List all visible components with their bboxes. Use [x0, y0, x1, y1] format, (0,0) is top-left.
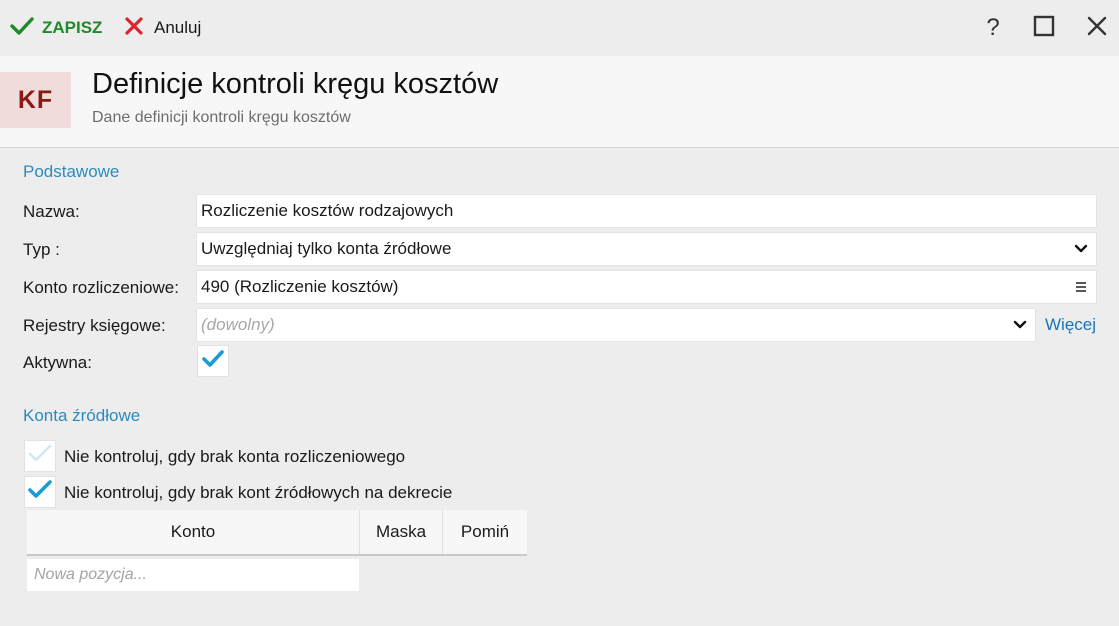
maximize-button[interactable] — [1030, 14, 1058, 42]
checkmark-icon — [202, 349, 224, 373]
maximize-icon — [1033, 15, 1055, 42]
section-title-basic: Podstawowe — [23, 162, 120, 181]
page-subtitle: Dane definicji kontroli kręgu kosztów — [92, 109, 351, 126]
section-title-sources: Konta źródłowe — [23, 406, 141, 425]
checkmark-icon — [10, 16, 34, 41]
active-checkbox[interactable] — [197, 345, 229, 377]
column-header-pomin[interactable]: Pomiń — [443, 510, 527, 554]
cancel-label: Anuluj — [154, 18, 202, 37]
no-control-missing-sources-checkbox[interactable] — [24, 476, 56, 508]
close-icon — [1086, 15, 1108, 42]
window-close-button[interactable] — [1083, 14, 1111, 42]
checkmark-icon — [28, 444, 52, 469]
list-picker-icon[interactable] — [1066, 271, 1096, 303]
close-icon — [124, 16, 144, 41]
name-label: Nazwa: — [23, 202, 80, 221]
type-select[interactable]: Uwzględniaj tylko konta źródłowe — [196, 232, 1097, 266]
registers-placeholder: (dowolny) — [201, 315, 275, 334]
registers-label: Rejestry księgowe: — [23, 316, 166, 335]
module-badge: KF — [0, 72, 71, 128]
toolbar: ZAPISZ Anuluj ? — [0, 0, 1119, 56]
column-header-maska[interactable]: Maska — [360, 510, 443, 554]
help-icon: ? — [986, 14, 1000, 41]
type-label: Typ : — [23, 240, 60, 259]
accounts-grid-header: Konto Maska Pomiń — [27, 510, 527, 556]
no-control-missing-account-checkbox[interactable] — [24, 440, 56, 472]
more-link[interactable]: Więcej — [1045, 315, 1096, 335]
checkmark-icon — [28, 479, 52, 505]
active-label: Aktywna: — [23, 353, 92, 372]
name-value: Rozliczenie kosztów rodzajowych — [201, 201, 454, 220]
chevron-down-icon[interactable] — [1066, 233, 1096, 265]
help-button[interactable]: ? — [979, 14, 1007, 42]
chevron-down-icon[interactable] — [1005, 309, 1035, 341]
account-field[interactable]: 490 (Rozliczenie kosztów) — [196, 270, 1097, 304]
no-control-missing-account-label: Nie kontroluj, gdy brak konta rozliczeni… — [64, 447, 406, 466]
page-header: KF Definicje kontroli kręgu kosztów Dane… — [0, 56, 1119, 148]
cancel-button[interactable]: Anuluj — [124, 14, 201, 42]
name-field[interactable]: Rozliczenie kosztów rodzajowych — [196, 194, 1097, 228]
page-title: Definicje kontroli kręgu kosztów — [92, 68, 499, 100]
save-label: ZAPISZ — [42, 18, 103, 37]
new-row-input[interactable]: Nowa pozycja... — [27, 559, 359, 591]
account-label: Konto rozliczeniowe: — [23, 278, 179, 297]
type-value: Uwzględniaj tylko konta źródłowe — [201, 239, 452, 258]
registers-select[interactable]: (dowolny) — [196, 308, 1036, 342]
no-control-missing-sources-label: Nie kontroluj, gdy brak kont źródłowych … — [64, 483, 453, 502]
column-header-konto[interactable]: Konto — [27, 510, 360, 554]
save-button[interactable]: ZAPISZ — [10, 14, 102, 42]
account-value: 490 (Rozliczenie kosztów) — [201, 277, 399, 296]
